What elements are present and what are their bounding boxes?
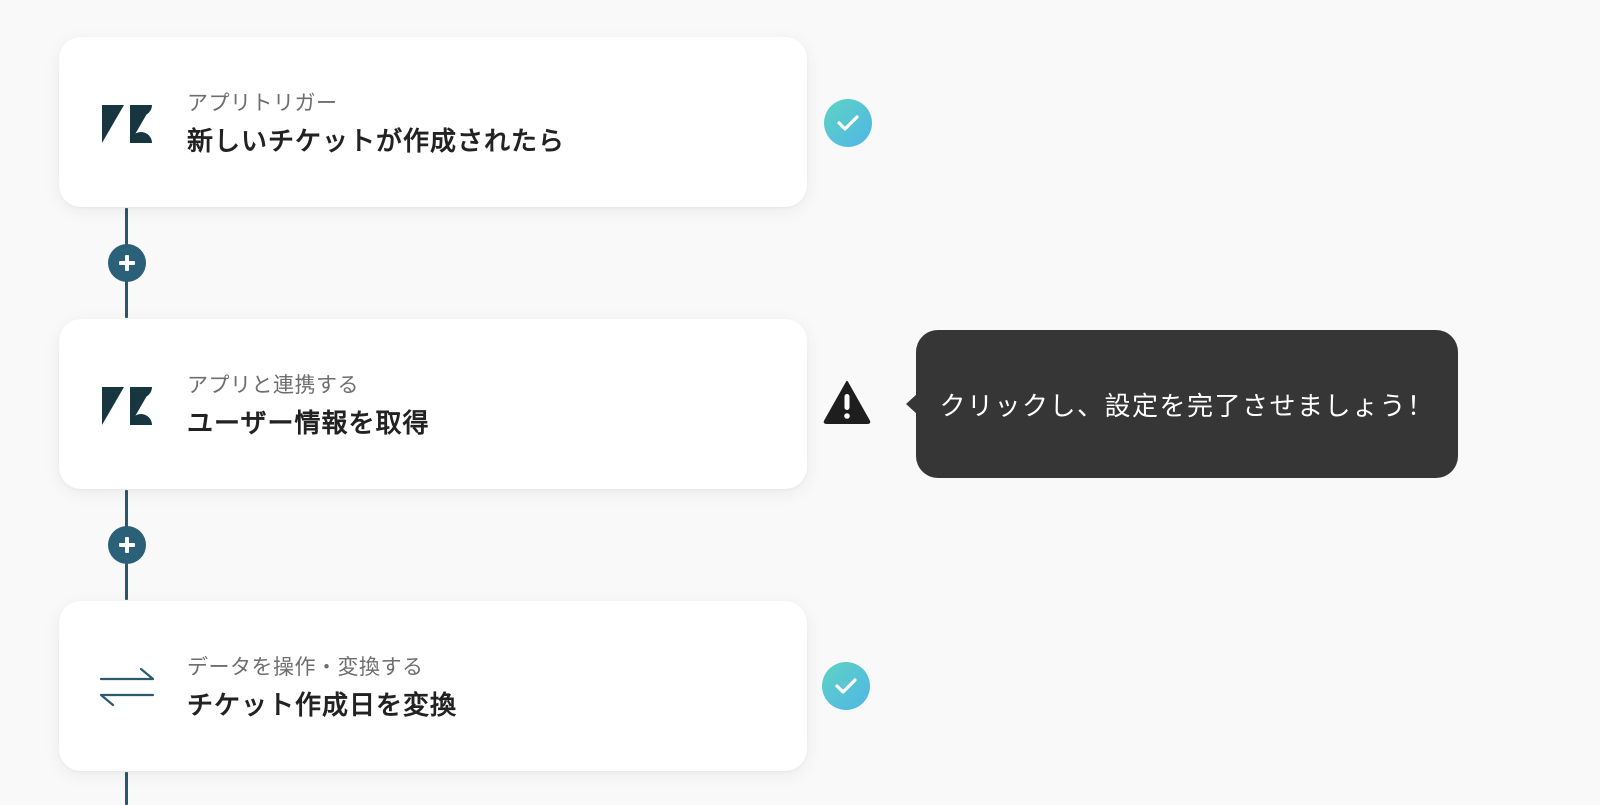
step-type-label: アプリトリガー — [187, 91, 338, 115]
tooltip-text: クリックし、設定を完了させましょう！ — [939, 391, 1435, 422]
step-card-trigger[interactable]: アプリトリガー 新しいチケットが作成されたら — [59, 37, 807, 207]
convert-arrows-icon — [99, 667, 155, 707]
step-title: ユーザー情報を取得 — [187, 409, 430, 439]
step-title: チケット作成日を変換 — [187, 691, 458, 721]
plus-icon — [119, 255, 135, 271]
step-title: 新しいチケットが作成されたら — [187, 127, 566, 157]
step-card-convert-date[interactable]: データを操作・変換する チケット作成日を変換 — [59, 601, 807, 771]
setup-tooltip: クリックし、設定を完了させましょう！ — [906, 330, 1458, 478]
step-card-get-user-info[interactable]: アプリと連携する ユーザー情報を取得 — [59, 319, 807, 489]
tooltip-arrow — [906, 394, 917, 414]
zendesk-logo-icon — [102, 105, 152, 143]
plus-icon — [119, 537, 135, 553]
connector-line — [125, 772, 128, 805]
step-type-label: データを操作・変換する — [187, 655, 424, 679]
add-step-button[interactable] — [108, 244, 146, 282]
check-complete-icon — [822, 662, 870, 710]
workflow-canvas: アプリトリガー 新しいチケットが作成されたら アプリと連携する ユーザー情報を取… — [0, 0, 1600, 805]
zendesk-logo-icon — [102, 387, 152, 425]
add-step-button[interactable] — [108, 526, 146, 564]
check-complete-icon — [824, 99, 872, 147]
warning-icon — [823, 381, 871, 424]
step-type-label: アプリと連携する — [187, 373, 359, 397]
